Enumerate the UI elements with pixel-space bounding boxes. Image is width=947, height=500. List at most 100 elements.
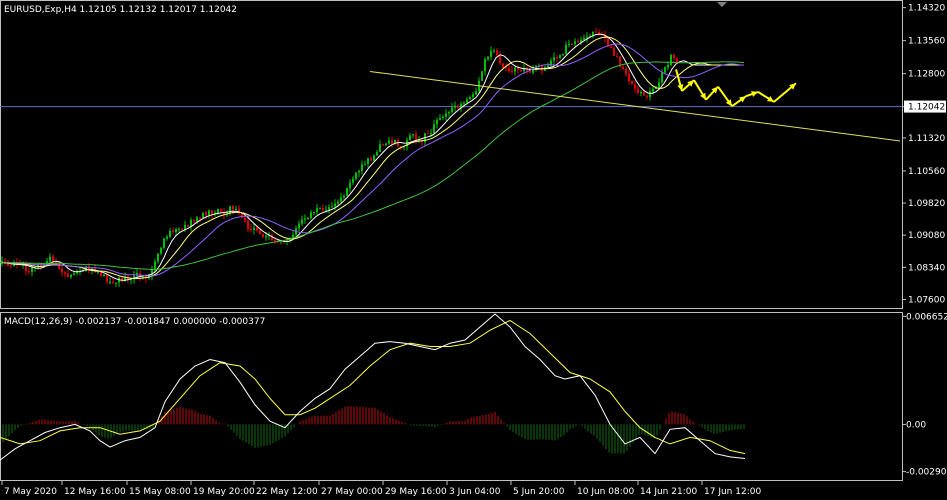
candle-body bbox=[361, 164, 363, 171]
candle-body bbox=[568, 43, 570, 45]
trading-chart[interactable]: 1.14320 1.13560 1.12800 1.12042 1.11320 1.105… bbox=[0, 0, 947, 500]
candle-body bbox=[664, 67, 666, 73]
candle-body bbox=[646, 95, 648, 97]
price-axis-label: 1.10560 bbox=[908, 167, 945, 177]
candle-body bbox=[109, 281, 111, 283]
candle-body bbox=[616, 55, 618, 57]
candle-body bbox=[325, 209, 327, 211]
candle-body bbox=[193, 219, 195, 222]
candle-body bbox=[247, 220, 249, 229]
candle-body bbox=[49, 256, 51, 262]
time-axis-label: 22 May 12:00 bbox=[256, 487, 318, 497]
price-axis-label: 1.13560 bbox=[908, 37, 945, 47]
symbol-header: EURUSD,Exp,H4 1.12105 1.12132 1.12017 1.… bbox=[4, 5, 237, 15]
candle-body bbox=[70, 274, 72, 277]
candle-body bbox=[274, 240, 276, 242]
candle-body bbox=[658, 82, 660, 88]
candle-body bbox=[613, 47, 615, 56]
candle-body bbox=[181, 228, 183, 230]
candle-body bbox=[508, 68, 510, 72]
time-axis-label: 17 Jun 12:00 bbox=[704, 487, 761, 497]
price-axis-label: 1.11320 bbox=[908, 134, 945, 144]
candle-body bbox=[112, 281, 114, 284]
candle-body bbox=[229, 206, 231, 214]
candle-body bbox=[442, 116, 444, 119]
candle-body bbox=[250, 228, 252, 230]
candle-body bbox=[391, 140, 393, 144]
candle-body bbox=[316, 208, 318, 213]
candle-body bbox=[115, 282, 117, 284]
candle-body bbox=[595, 31, 597, 33]
candle-body bbox=[577, 41, 579, 43]
candle-body bbox=[451, 107, 453, 113]
candle-body bbox=[472, 94, 474, 98]
candle-body bbox=[481, 71, 483, 81]
candle-body bbox=[631, 81, 633, 85]
candle-body bbox=[235, 209, 237, 211]
candle-body bbox=[355, 172, 357, 179]
candle-body bbox=[163, 238, 165, 249]
candle-body bbox=[466, 99, 468, 103]
candle-body bbox=[157, 253, 159, 262]
candle-body bbox=[211, 210, 213, 215]
price-axis-label: 1.07600 bbox=[908, 295, 945, 305]
candle-body bbox=[373, 155, 375, 161]
candle-body bbox=[643, 92, 645, 96]
candle-body bbox=[328, 207, 330, 210]
candle-body bbox=[172, 230, 174, 233]
candle-body bbox=[382, 144, 384, 146]
candle-body bbox=[574, 41, 576, 45]
candle-body bbox=[367, 158, 369, 165]
candle-body bbox=[106, 274, 108, 282]
candle-body bbox=[352, 178, 354, 183]
candle-body bbox=[610, 46, 612, 48]
candle-body bbox=[427, 133, 429, 135]
candle-body bbox=[358, 170, 360, 173]
candle-body bbox=[559, 55, 561, 59]
candle-body bbox=[409, 135, 411, 141]
candle-body bbox=[667, 64, 669, 68]
candle-body bbox=[565, 44, 567, 54]
candle-body bbox=[256, 227, 258, 231]
candle-body bbox=[673, 54, 675, 59]
candle-body bbox=[64, 272, 66, 274]
candle-body bbox=[553, 57, 555, 61]
candle-body bbox=[301, 219, 303, 224]
moving-average-ma-long bbox=[0, 61, 745, 271]
candle-body bbox=[586, 36, 588, 38]
price-axis-label: 1.09820 bbox=[908, 199, 945, 209]
candle-body bbox=[484, 59, 486, 72]
candle-body bbox=[379, 144, 381, 153]
price-axis-label: 1.09080 bbox=[908, 231, 945, 241]
time-axis-label: 15 May 08:00 bbox=[129, 487, 191, 497]
candle-body bbox=[370, 158, 372, 161]
candle-body bbox=[517, 67, 519, 70]
candle-body bbox=[340, 197, 342, 202]
candle-body bbox=[244, 217, 246, 221]
time-axis-label: 5 Jun 20:00 bbox=[513, 487, 565, 497]
price-axis-label: 1.14320 bbox=[908, 4, 945, 14]
candle-body bbox=[628, 73, 630, 82]
candle-body bbox=[430, 133, 432, 135]
time-axis-label: 10 Jun 08:00 bbox=[577, 487, 634, 497]
candle-body bbox=[463, 102, 465, 104]
candle-body bbox=[169, 230, 171, 237]
candle-body bbox=[28, 271, 30, 273]
moving-average-ma-fast bbox=[0, 33, 744, 281]
candle-body bbox=[547, 65, 549, 68]
candle-body bbox=[493, 50, 495, 52]
candle-body bbox=[322, 208, 324, 211]
candle-body bbox=[376, 152, 378, 156]
candle-body bbox=[652, 88, 654, 92]
candle-body bbox=[265, 236, 267, 238]
macd-plot bbox=[0, 313, 746, 461]
price-axis-label: 1.12800 bbox=[908, 70, 945, 80]
candle-body bbox=[337, 201, 339, 204]
macd-header: MACD(12,26,9) -0.002137 -0.001847 0.0000… bbox=[4, 317, 265, 327]
candle-body bbox=[364, 164, 366, 166]
candle-body bbox=[445, 113, 447, 117]
price-plot bbox=[0, 28, 902, 288]
candle-body bbox=[640, 92, 642, 94]
scroll-shift-icon[interactable] bbox=[717, 2, 727, 7]
candle-body bbox=[457, 105, 459, 108]
